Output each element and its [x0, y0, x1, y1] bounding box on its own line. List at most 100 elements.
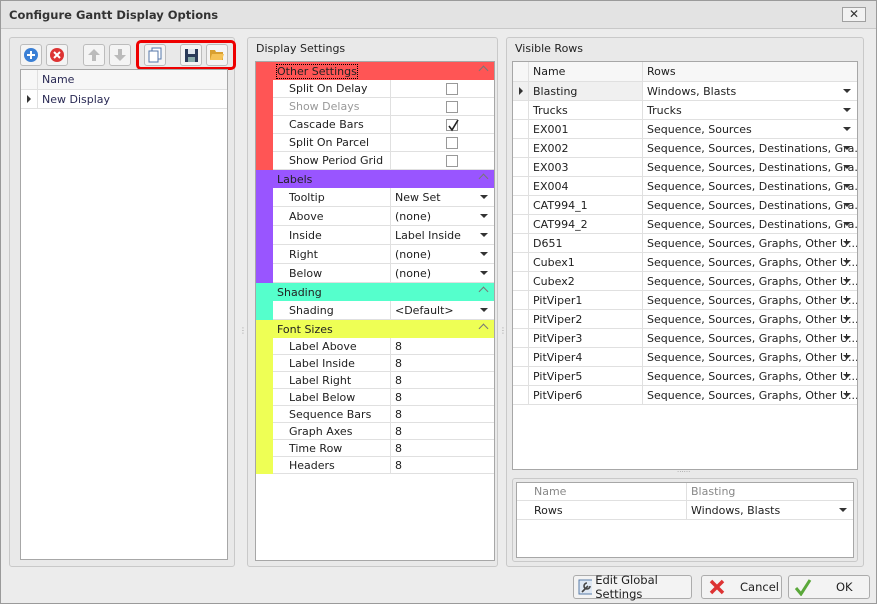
property-input[interactable]: 8: [391, 355, 494, 371]
rows-dropdown[interactable]: Sequence, Sources, Destinations, Gra...: [643, 158, 857, 176]
property-dropdown[interactable]: (none): [391, 207, 494, 225]
rows-dropdown[interactable]: Sequence, Sources, Graphs, Other U...: [643, 234, 857, 252]
window-title: Configure Gantt Display Options: [9, 8, 219, 22]
rows-dropdown[interactable]: Sequence, Sources, Graphs, Other U...: [643, 386, 857, 404]
property-label: Cascade Bars: [273, 116, 391, 133]
dropdown-arrow-icon: [843, 279, 851, 283]
copy-button[interactable]: [144, 44, 166, 66]
checkbox-cell[interactable]: [391, 80, 494, 97]
rows-value: Trucks: [647, 103, 682, 117]
checkbox[interactable]: [446, 119, 459, 132]
property-input[interactable]: 8: [391, 406, 494, 422]
dropdown-arrow-icon: [843, 355, 851, 359]
property-input[interactable]: 8: [391, 338, 494, 354]
checkbox[interactable]: [446, 137, 458, 149]
property-value: (none): [395, 247, 432, 261]
rows-dropdown[interactable]: Sequence, Sources, Graphs, Other U...: [643, 272, 857, 290]
splitter-handle[interactable]: ······: [677, 468, 690, 476]
rows-dropdown[interactable]: Windows, Blasts: [643, 82, 857, 100]
rows-dropdown[interactable]: Sequence, Sources, Destinations, Gra...: [643, 177, 857, 195]
table-row[interactable]: Cubex1 Sequence, Sources, Graphs, Other U…: [513, 253, 857, 272]
category-header[interactable]: Shading: [273, 283, 494, 301]
move-up-button[interactable]: [83, 44, 105, 66]
property-input[interactable]: 8: [391, 389, 494, 405]
property-dropdown[interactable]: (none): [391, 264, 494, 282]
splitter-handle[interactable]: ⋮: [239, 326, 247, 335]
cancel-button[interactable]: Cancel: [701, 575, 782, 599]
table-row[interactable]: Blasting Windows, Blasts: [513, 82, 857, 101]
table-row[interactable]: PitViper2 Sequence, Sources, Graphs, Othe…: [513, 310, 857, 329]
rows-dropdown[interactable]: Sequence, Sources, Graphs, Other U...: [643, 253, 857, 271]
dropdown-arrow-icon: [843, 222, 851, 226]
ok-button[interactable]: OK: [788, 575, 870, 599]
table-row[interactable]: EX003 Sequence, Sources, Destinations, Gr…: [513, 158, 857, 177]
property-input[interactable]: 8: [391, 372, 494, 388]
table-row[interactable]: Cubex2 Sequence, Sources, Graphs, Other U…: [513, 272, 857, 291]
property-dropdown[interactable]: (none): [391, 245, 494, 263]
property-grid: Other Settings Split On Delay Show Delays C…: [255, 61, 495, 561]
checkbox-cell[interactable]: [391, 152, 494, 169]
rows-dropdown[interactable]: Sequence, Sources, Destinations, Gra...: [643, 196, 857, 214]
detail-rows-dropdown[interactable]: Windows, Blasts: [687, 501, 853, 519]
table-row[interactable]: Trucks Trucks: [513, 101, 857, 120]
rows-dropdown[interactable]: Trucks: [643, 101, 857, 119]
checkbox[interactable]: [446, 101, 458, 113]
table-row[interactable]: New Display: [21, 90, 227, 109]
rows-dropdown[interactable]: Sequence, Sources, Destinations, Gra...: [643, 215, 857, 233]
row-name: PitViper4: [529, 348, 643, 366]
check-icon: [448, 119, 459, 132]
table-row[interactable]: PitViper5 Sequence, Sources, Graphs, Othe…: [513, 367, 857, 386]
checkbox[interactable]: [446, 83, 458, 95]
property-dropdown[interactable]: <Default>: [391, 301, 494, 319]
checkbox-cell[interactable]: [391, 98, 494, 115]
table-row[interactable]: PitViper6 Sequence, Sources, Graphs, Othe…: [513, 386, 857, 405]
category-header[interactable]: Font Sizes: [273, 320, 494, 338]
table-row[interactable]: CAT994_2 Sequence, Sources, Destinations,…: [513, 215, 857, 234]
property-dropdown[interactable]: New Set: [391, 188, 494, 206]
table-row[interactable]: PitViper4 Sequence, Sources, Graphs, Othe…: [513, 348, 857, 367]
table-row[interactable]: EX004 Sequence, Sources, Destinations, Gr…: [513, 177, 857, 196]
property-input[interactable]: 8: [391, 457, 494, 473]
property-input[interactable]: 8: [391, 440, 494, 456]
add-button[interactable]: [20, 44, 42, 66]
rows-dropdown[interactable]: Sequence, Sources, Graphs, Other U...: [643, 291, 857, 309]
row-detail-grid: Name Blasting Rows Windows, Blasts: [516, 482, 854, 558]
table-row[interactable]: PitViper3 Sequence, Sources, Graphs, Othe…: [513, 329, 857, 348]
save-button[interactable]: [180, 44, 202, 66]
checkbox[interactable]: [446, 155, 458, 167]
table-row[interactable]: EX001 Sequence, Sources: [513, 120, 857, 139]
property-row: Above (none): [273, 207, 494, 226]
dropdown-arrow-icon: [843, 260, 851, 264]
dropdown-arrow-icon: [843, 241, 851, 245]
detail-rows-value: Windows, Blasts: [691, 503, 781, 517]
table-row[interactable]: EX002 Sequence, Sources, Destinations, Gr…: [513, 139, 857, 158]
rows-dropdown[interactable]: Sequence, Sources, Graphs, Other U...: [643, 348, 857, 366]
dropdown-arrow-icon: [843, 374, 851, 378]
property-row: Tooltip New Set: [273, 188, 494, 207]
category-name: Font Sizes: [277, 322, 333, 336]
close-button[interactable]: ✕: [842, 7, 866, 22]
table-row[interactable]: PitViper1 Sequence, Sources, Graphs, Othe…: [513, 291, 857, 310]
rows-value: Sequence, Sources, Destinations, Gra...: [647, 160, 857, 174]
property-row: Headers 8: [273, 457, 494, 474]
checkbox-cell[interactable]: [391, 134, 494, 151]
open-button[interactable]: [206, 44, 228, 66]
rows-value: Sequence, Sources, Graphs, Other U...: [647, 350, 857, 364]
table-row[interactable]: D651 Sequence, Sources, Graphs, Other U..…: [513, 234, 857, 253]
rows-dropdown[interactable]: Sequence, Sources, Graphs, Other U...: [643, 310, 857, 328]
checkbox-cell[interactable]: [391, 116, 494, 133]
move-down-button[interactable]: [109, 44, 131, 66]
rows-dropdown[interactable]: Sequence, Sources, Graphs, Other U...: [643, 329, 857, 347]
category-header[interactable]: Other Settings: [273, 62, 494, 80]
copy-icon: [148, 47, 162, 63]
category-color-strip: [256, 62, 273, 170]
property-input[interactable]: 8: [391, 423, 494, 439]
delete-button[interactable]: [46, 44, 68, 66]
rows-dropdown[interactable]: Sequence, Sources: [643, 120, 857, 138]
table-row[interactable]: CAT994_1 Sequence, Sources, Destinations,…: [513, 196, 857, 215]
edit-global-settings-button[interactable]: Edit Global Settings: [573, 573, 692, 601]
property-dropdown[interactable]: Label Inside: [391, 226, 494, 244]
rows-dropdown[interactable]: Sequence, Sources, Graphs, Other U...: [643, 367, 857, 385]
rows-dropdown[interactable]: Sequence, Sources, Destinations, Gra...: [643, 139, 857, 157]
category-header[interactable]: Labels: [273, 170, 494, 188]
